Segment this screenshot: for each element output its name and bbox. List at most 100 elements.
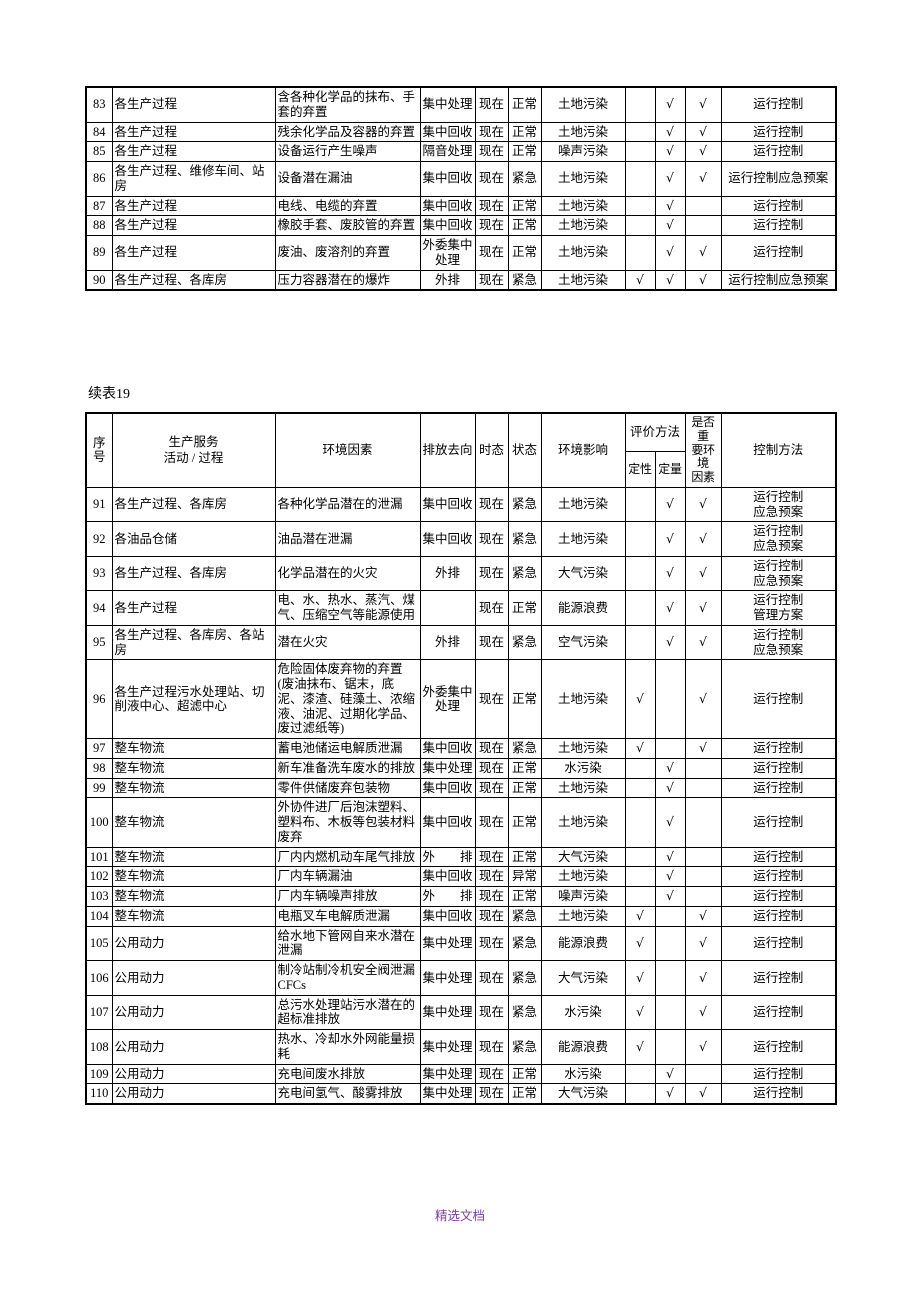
cell-significant-check: √ bbox=[684, 141, 722, 162]
table-row: 84 各生产过程 残余化学品及容器的弃置 集中回收 现在 正常 土地污染 √ √ 运行控制 bbox=[85, 121, 837, 143]
cell-discharge: 集中处理 bbox=[419, 1029, 476, 1065]
cell-quantitative-check: √ bbox=[654, 590, 686, 626]
cell-control: 运行控制 bbox=[720, 866, 837, 888]
cell-significant-check: √ bbox=[684, 235, 722, 271]
header-cell-method-group: 评价方法 bbox=[624, 412, 686, 453]
header-cell-control: 控制方法 bbox=[720, 412, 837, 488]
cell-qualitative-check bbox=[624, 121, 656, 143]
cell-significant-check bbox=[684, 846, 722, 868]
cell-quantitative-check: √ bbox=[654, 161, 686, 197]
cell-significant-check: √ bbox=[684, 521, 722, 557]
cell-qualitative-check bbox=[624, 846, 656, 868]
table-row: 91 各生产过程、各库房 各种化学品潜在的泄漏 集中回收 现在 紧急 土地污染 √ √ 运行控制应… bbox=[85, 486, 837, 523]
cell-discharge: 外排 bbox=[419, 846, 476, 868]
table-row: 101 整车物流 厂内内燃机动车尾气排放 外排 现在 正常 大气污染 √ 运行控制 bbox=[85, 846, 837, 868]
cell-control: 运行控制 bbox=[720, 86, 837, 123]
cell-qualitative-check bbox=[624, 86, 656, 123]
cell-control: 运行控制 bbox=[720, 1029, 837, 1065]
cell-activity: 各生产过程 bbox=[111, 215, 276, 236]
cell-discharge: 集中回收 bbox=[419, 215, 476, 236]
table-row: 98 整车物流 新车准备洗车废水的排放 集中处理 现在 正常 水污染 √ 运行控制 bbox=[85, 757, 837, 779]
cell-qualitative-check: √ bbox=[624, 905, 656, 927]
cell-quantitative-check bbox=[654, 738, 686, 759]
cell-factor: 外协件进厂后泡沫塑料、塑料布、木板等包装材料废弃 bbox=[274, 797, 421, 848]
cell-quantitative-check bbox=[654, 905, 686, 927]
cell-discharge: 集中回收 bbox=[419, 797, 476, 848]
cell-discharge: 集中回收 bbox=[419, 161, 476, 197]
table-row: 107 公用动力 总污水处理站污水潜在的超标准排放 集中处理 现在 紧急 水污染 √ √ 运行控制 bbox=[85, 994, 837, 1031]
cell-state: 正常 bbox=[507, 121, 542, 143]
cell-impact: 水污染 bbox=[540, 1063, 626, 1085]
cell-discharge: 集中回收 bbox=[419, 905, 476, 927]
table-row: 94 各生产过程 电、水、热水、蒸汽、煤气、压缩空气等能源使用 现在 正常 能源浪费 √ √ 运… bbox=[85, 590, 837, 626]
cell-no: 100 bbox=[85, 797, 113, 848]
cell-impact: 土地污染 bbox=[540, 235, 626, 271]
cell-qualitative-check bbox=[624, 161, 656, 197]
cell-no: 88 bbox=[85, 215, 113, 236]
table-header-row: 序 号 生产服务 活动 / 过程 环境因素 排放去向 时态 状态 环境影响 评价… bbox=[85, 412, 837, 488]
cell-no: 84 bbox=[85, 121, 113, 143]
cell-qualitative-check: √ bbox=[624, 738, 656, 759]
cell-tense: 现在 bbox=[474, 555, 509, 592]
cell-significant-check: √ bbox=[684, 1029, 722, 1065]
cell-tense: 现在 bbox=[474, 624, 509, 661]
table-row: 104 整车物流 电瓶叉车电解质泄漏 集中回收 现在 紧急 土地污染 √ √ 运行控制 bbox=[85, 905, 837, 927]
cell-significant-check: √ bbox=[684, 659, 722, 740]
cell-factor: 电瓶叉车电解质泄漏 bbox=[274, 905, 421, 927]
cell-discharge: 集中回收 bbox=[419, 121, 476, 143]
cell-quantitative-check: √ bbox=[654, 624, 686, 661]
cell-no: 97 bbox=[85, 738, 113, 759]
cell-control: 运行控制应急预案 bbox=[720, 555, 837, 592]
cell-state: 紧急 bbox=[507, 960, 542, 996]
cell-factor: 给水地下管网自来水潜在泄漏 bbox=[274, 925, 421, 962]
cell-no: 94 bbox=[85, 590, 113, 626]
cell-tense: 现在 bbox=[474, 797, 509, 848]
cell-control: 运行控制 bbox=[720, 846, 837, 868]
table-row: 92 各油品仓储 油品潜在泄漏 集中回收 现在 紧急 土地污染 √ √ 运行控制 应急预案 bbox=[85, 521, 837, 557]
cell-no: 91 bbox=[85, 486, 113, 523]
cell-discharge: 集中回收 bbox=[419, 777, 476, 799]
cell-discharge: 集中回收 bbox=[419, 486, 476, 523]
cell-qualitative-check bbox=[624, 1063, 656, 1085]
cell-significant-check: √ bbox=[684, 994, 722, 1031]
cell-impact: 土地污染 bbox=[540, 269, 626, 291]
cell-factor: 制冷站制冷机安全阀泄漏CFCs bbox=[274, 960, 421, 996]
cell-control: 运行控制 bbox=[720, 1083, 837, 1105]
cell-tense: 现在 bbox=[474, 886, 509, 907]
cell-impact: 土地污染 bbox=[540, 195, 626, 217]
cell-quantitative-check: √ bbox=[654, 269, 686, 291]
cell-factor: 废油、废溶剂的弃置 bbox=[274, 235, 421, 271]
cell-discharge bbox=[419, 590, 476, 626]
table-row: 103 整车物流 厂内车辆噪声排放 外排 现在 正常 噪声污染 √ 运行控制 bbox=[85, 886, 837, 907]
cell-state: 紧急 bbox=[507, 269, 542, 291]
table-row: 102 整车物流 厂内车辆漏油 集中回收 现在 异常 土地污染 √ 运行控制 bbox=[85, 866, 837, 888]
cell-significant-check: √ bbox=[684, 161, 722, 197]
cell-quantitative-check bbox=[654, 1029, 686, 1065]
cell-activity: 整车物流 bbox=[111, 738, 276, 759]
cell-tense: 现在 bbox=[474, 161, 509, 197]
cell-quantitative-check: √ bbox=[654, 86, 686, 123]
cell-qualitative-check bbox=[624, 215, 656, 236]
cell-control: 运行控制 bbox=[720, 960, 837, 996]
cell-state: 正常 bbox=[507, 86, 542, 123]
cell-factor: 零件供储废弃包装物 bbox=[274, 777, 421, 799]
header-cell-discharge: 排放去向 bbox=[419, 412, 476, 488]
cell-state: 异常 bbox=[507, 866, 542, 888]
table-row: 86 各生产过程、维修车间、站房 设备潜在漏油 集中回收 现在 紧急 土地污染 √ √ 运行控制应… bbox=[85, 161, 837, 197]
cell-discharge: 集中回收 bbox=[419, 866, 476, 888]
cell-discharge: 外排 bbox=[419, 624, 476, 661]
cell-state: 正常 bbox=[507, 141, 542, 162]
cell-impact: 土地污染 bbox=[540, 738, 626, 759]
cell-impact: 土地污染 bbox=[540, 659, 626, 740]
cell-quantitative-check: √ bbox=[654, 846, 686, 868]
cell-factor: 各种化学品潜在的泄漏 bbox=[274, 486, 421, 523]
cell-state: 紧急 bbox=[507, 925, 542, 962]
cell-activity: 整车物流 bbox=[111, 797, 276, 848]
cell-activity: 各生产过程 bbox=[111, 195, 276, 217]
header-cell-activity: 生产服务 活动 / 过程 bbox=[111, 412, 276, 488]
cell-discharge: 外排 bbox=[419, 269, 476, 291]
cell-impact: 土地污染 bbox=[540, 121, 626, 143]
cell-state: 正常 bbox=[507, 590, 542, 626]
cell-activity: 各生产过程 bbox=[111, 86, 276, 123]
cell-tense: 现在 bbox=[474, 846, 509, 868]
